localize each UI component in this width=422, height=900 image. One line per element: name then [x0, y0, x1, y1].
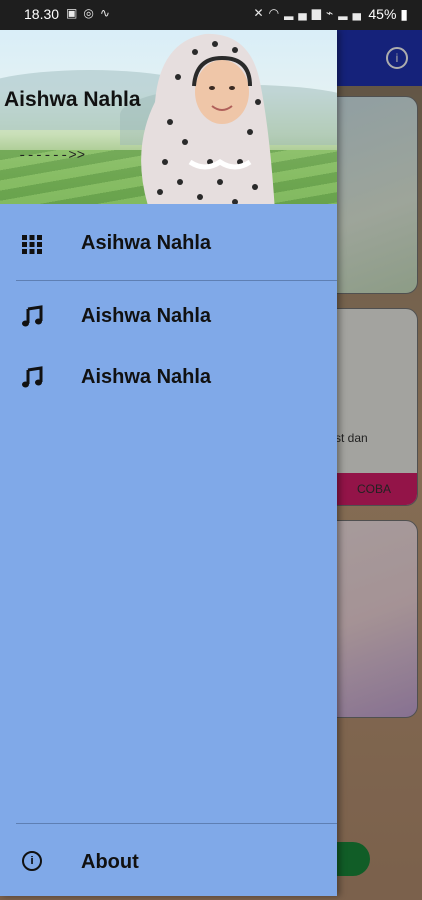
- menu-item-aishwa-nahla-1[interactable]: Aishwa Nahla: [0, 288, 337, 346]
- drawer-header-title: Aishwa Nahla: [4, 88, 141, 111]
- notification-icons: ▣◎∿: [66, 6, 116, 20]
- gallery-icon: ▣: [66, 6, 84, 20]
- grid-icon: [22, 235, 42, 254]
- header-photo: [141, 33, 275, 204]
- divider: [16, 280, 337, 281]
- menu-item-label: Asihwa Nahla: [81, 232, 212, 254]
- menu-item-aishwa-nahla-2[interactable]: Aishwa Nahla: [0, 349, 337, 407]
- drawer-header-subtitle: ------>>: [18, 148, 86, 164]
- menu-item-label: Aishwa Nahla: [81, 366, 212, 388]
- divider: [16, 823, 337, 824]
- navigation-drawer: Aishwa Nahla ------>> Asihwa Nahla Aishw…: [0, 30, 337, 896]
- menu-item-label: About: [81, 851, 139, 873]
- volte-icon: ⌁: [326, 6, 339, 20]
- status-time: 18.30: [24, 6, 60, 22]
- music-note-icon: [22, 366, 43, 388]
- signal-icon-2: ▂▄: [338, 6, 366, 20]
- menu-item-about[interactable]: About: [0, 834, 337, 892]
- signal-icon: ▂▄▆: [284, 6, 327, 20]
- mute-icon: ✕: [253, 6, 269, 20]
- battery-icon: ▮: [396, 6, 408, 22]
- battery-level: 45% ▮: [368, 6, 408, 22]
- music-note-icon: [22, 305, 43, 327]
- menu-item-asihwa-nahla[interactable]: Asihwa Nahla: [0, 215, 337, 273]
- system-icons: ✕◠▂▄▆⌁▂▄: [254, 6, 366, 20]
- menu-item-label: Aishwa Nahla: [81, 305, 212, 327]
- whatsapp-icon: ◎: [83, 6, 100, 20]
- drawer-header: Aishwa Nahla ------>>: [0, 30, 337, 204]
- wifi-call-icon: ∿: [99, 6, 116, 20]
- status-bar: 18.30 ▣◎∿ ✕◠▂▄▆⌁▂▄ 45% ▮: [0, 0, 422, 30]
- wifi-icon: ◠: [268, 6, 285, 20]
